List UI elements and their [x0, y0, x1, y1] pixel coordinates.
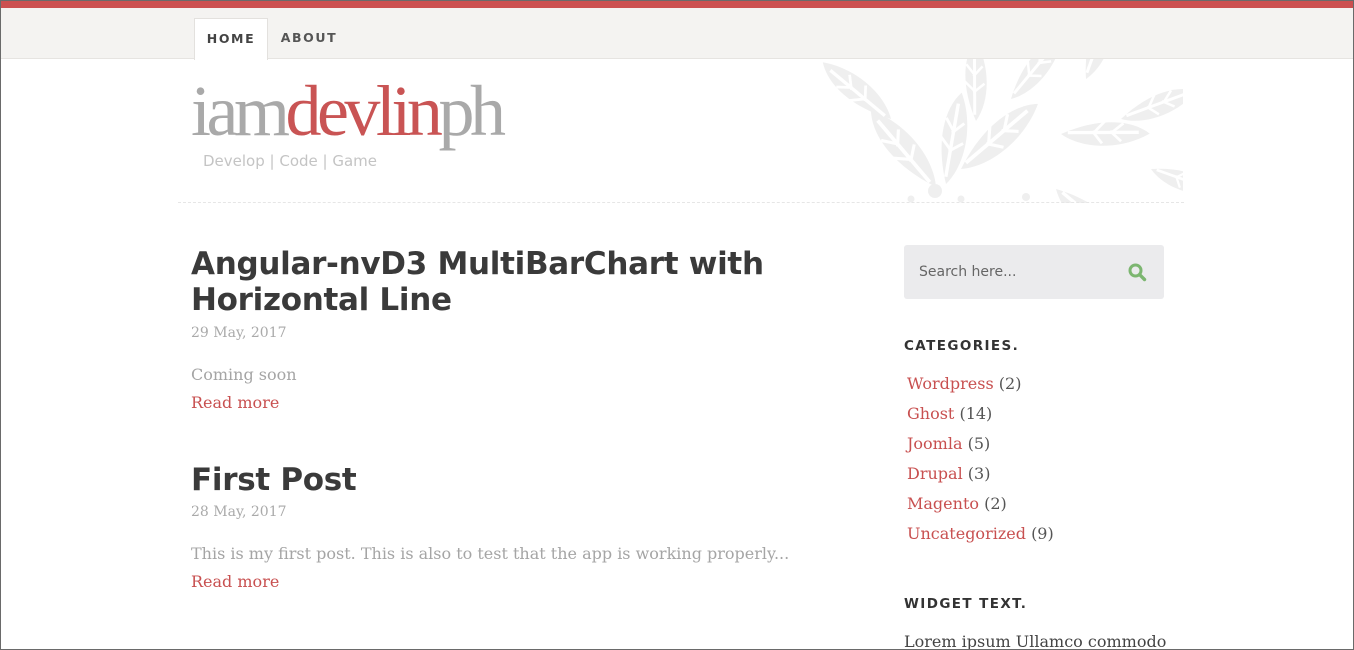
nav-tab-home[interactable]: HOME [194, 18, 268, 60]
category-count: (5) [967, 434, 991, 453]
read-more-link[interactable]: Read more [191, 393, 831, 412]
search-input[interactable] [904, 245, 1114, 299]
post-excerpt: This is my first post. This is also to t… [191, 544, 790, 563]
category-count: (3) [967, 464, 991, 483]
post-date: 29 May, 2017 [191, 325, 287, 341]
logo-part-ph: ph [438, 71, 506, 151]
header-divider [178, 202, 1184, 203]
search-widget [904, 245, 1164, 299]
read-more-link[interactable]: Read more [191, 572, 831, 591]
nav-tab-about[interactable]: ABOUT [269, 18, 349, 60]
category-link[interactable]: Wordpress [907, 374, 994, 393]
widget-text-body: Lorem ipsum Ullamco commodo [904, 632, 1167, 650]
widget-text-title: WIDGET TEXT. [904, 596, 1028, 612]
post-item: First Post 28 May, 2017 This is my first… [191, 462, 831, 591]
logo-part-iam: iam [191, 71, 290, 151]
categories-list: Wordpress (2) Ghost (14) Joomla (5) Drup… [907, 373, 1054, 553]
category-count: (2) [984, 494, 1007, 513]
category-count: (14) [959, 404, 993, 423]
category-item: Uncategorized (9) [907, 523, 1054, 553]
post-excerpt: Coming soon [191, 365, 297, 384]
category-count: (9) [1031, 524, 1054, 543]
leaf-decoration-icon [821, 59, 1183, 203]
top-navigation: HOME ABOUT [1, 8, 1353, 60]
post-title[interactable]: Angular-nvD3 MultiBarChart with Horizont… [191, 246, 831, 318]
category-link[interactable]: Uncategorized [907, 524, 1026, 543]
category-link[interactable]: Drupal [907, 464, 963, 483]
site-header: iamdevlinph Develop | Code | Game [1, 59, 1353, 205]
site-logo[interactable]: iamdevlinph [191, 71, 506, 151]
category-item: Drupal (3) [907, 463, 1054, 493]
category-item: Magento (2) [907, 493, 1054, 523]
category-item: Ghost (14) [907, 403, 1054, 433]
post-item: Angular-nvD3 MultiBarChart with Horizont… [191, 246, 831, 412]
logo-part-devlin: devlin [285, 71, 442, 151]
category-link[interactable]: Ghost [907, 404, 954, 423]
search-icon[interactable] [1126, 261, 1150, 285]
category-item: Joomla (5) [907, 433, 1054, 463]
categories-title: CATEGORIES. [904, 338, 1020, 354]
category-link[interactable]: Magento [907, 494, 979, 513]
post-title[interactable]: First Post [191, 462, 831, 498]
category-count: (2) [998, 374, 1022, 393]
category-item: Wordpress (2) [907, 373, 1054, 403]
site-tagline: Develop | Code | Game [203, 152, 377, 170]
category-link[interactable]: Joomla [907, 434, 963, 453]
top-accent-bar [1, 1, 1353, 8]
page: HOME ABOUT iamdevlinph Develop | Code | … [0, 0, 1354, 650]
post-date: 28 May, 2017 [191, 504, 287, 520]
